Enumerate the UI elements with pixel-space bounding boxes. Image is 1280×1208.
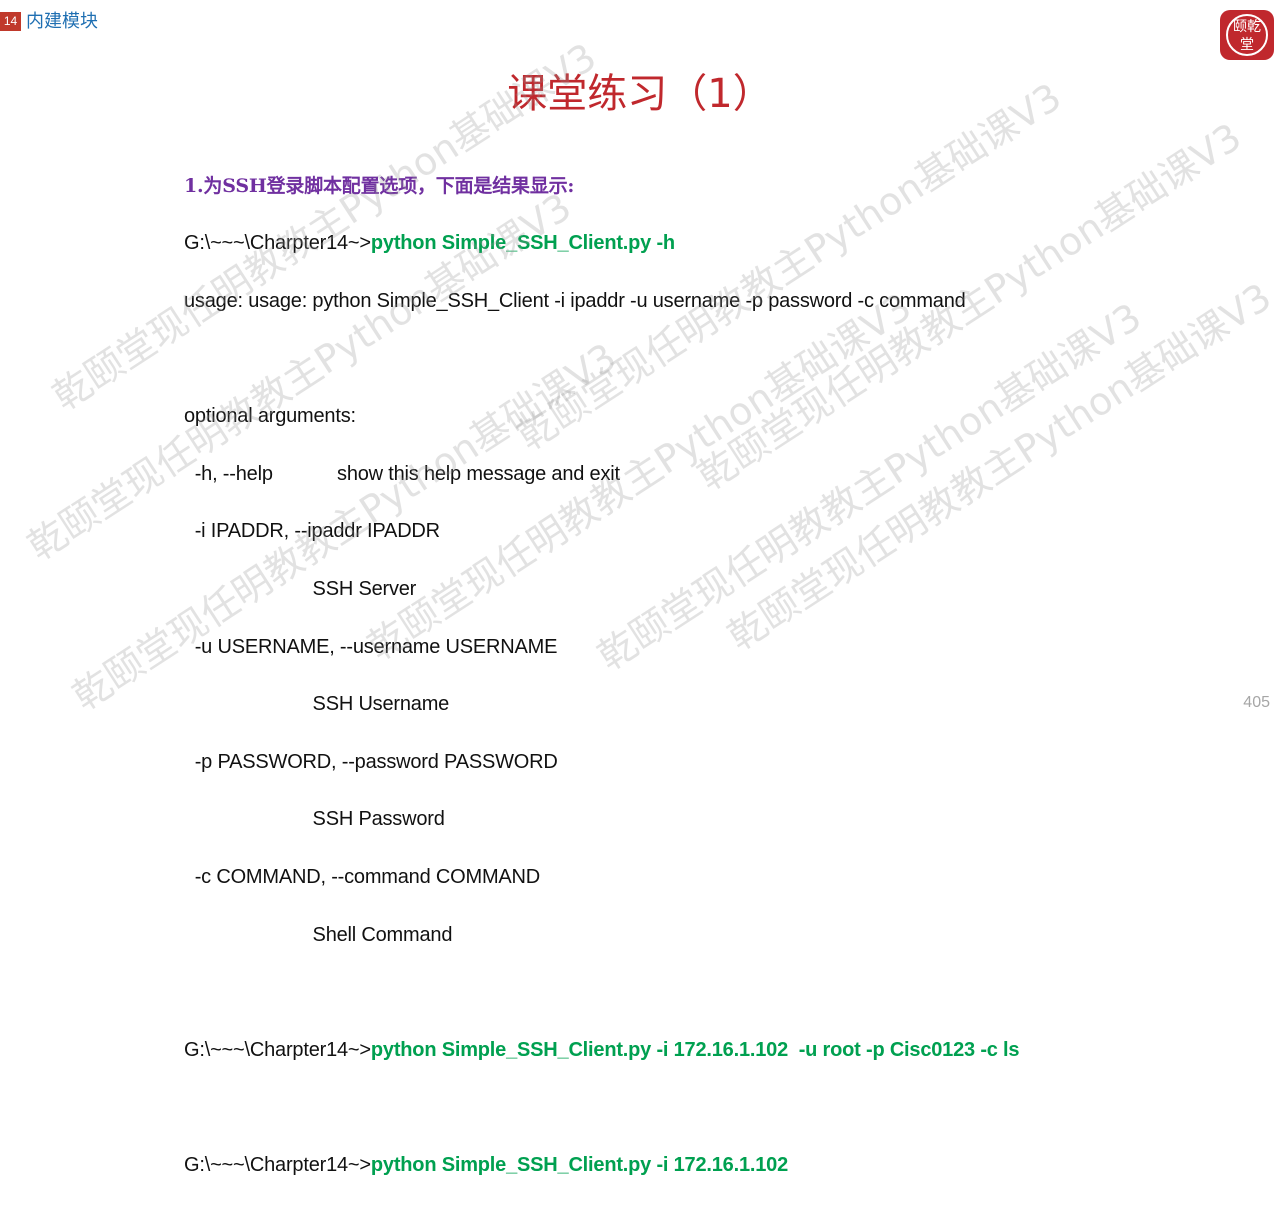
shell-prompt: G:\~~~\Charpter14~> — [184, 1153, 371, 1176]
svg-text:颐乾: 颐乾 — [1233, 19, 1261, 35]
svg-text:堂: 堂 — [1240, 37, 1254, 53]
page-number: 405 — [1243, 694, 1270, 711]
option-password-desc: SSH Password — [184, 808, 445, 831]
option-command: -c COMMAND, --command COMMAND — [184, 865, 541, 888]
full-command: python Simple_SSH_Client.py -i 172.16.1.… — [370, 1038, 1020, 1061]
short-command-line: G:\~~~\Charpter14~>python Simple_SSH_Cli… — [184, 1151, 1244, 1180]
usage-line: usage: usage: python Simple_SSH_Client -… — [184, 289, 966, 312]
page-title: 课堂练习（1） — [507, 71, 773, 117]
shell-prompt: G:\~~~\Charpter14~> — [184, 1038, 371, 1061]
chapter-number-badge: 14 — [0, 12, 21, 31]
option-username: -u USERNAME, --username USERNAME — [184, 635, 558, 658]
help-command: python Simple_SSH_Client.py -h — [370, 232, 675, 255]
option-help: -h, --help show this help message and ex… — [184, 462, 620, 485]
question-text: 1.为SSH登录脚本配置选项，下面是结果显示: — [184, 174, 575, 197]
shell-prompt: G:\~~~\Charpter14~> — [184, 232, 371, 255]
brand-logo: 颐乾 堂 — [1218, 8, 1276, 62]
optional-arguments-header: optional arguments: — [184, 405, 356, 428]
help-command-line: G:\~~~\Charpter14~>python Simple_SSH_Cli… — [184, 229, 1244, 258]
option-command-desc: Shell Command — [184, 923, 453, 946]
chapter-title: 内建模块 — [26, 11, 98, 31]
option-ipaddr-desc: SSH Server — [184, 577, 417, 600]
exercise-content: 1.为SSH登录脚本配置选项，下面是结果显示: G:\~~~\Charpter1… — [184, 143, 1244, 1208]
option-password: -p PASSWORD, --password PASSWORD — [184, 750, 558, 773]
full-command-line: G:\~~~\Charpter14~>python Simple_SSH_Cli… — [184, 1036, 1244, 1065]
option-username-desc: SSH Username — [184, 693, 450, 716]
short-command: python Simple_SSH_Client.py -i 172.16.1.… — [370, 1153, 789, 1176]
option-ipaddr: -i IPADDR, --ipaddr IPADDR — [184, 520, 440, 543]
